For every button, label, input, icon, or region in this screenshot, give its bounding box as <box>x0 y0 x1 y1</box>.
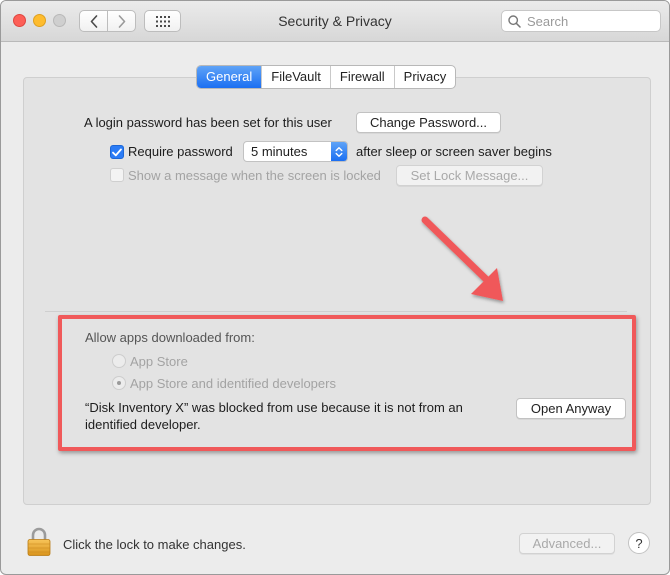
allow-apps-heading: Allow apps downloaded from: <box>85 330 255 345</box>
set-lock-message-button[interactable]: Set Lock Message... <box>396 165 543 186</box>
help-button[interactable]: ? <box>628 532 650 554</box>
section-divider <box>45 311 627 312</box>
show-message-label: Show a message when the screen is locked <box>128 168 381 183</box>
forward-button[interactable] <box>107 10 136 32</box>
radio-app-store[interactable] <box>112 354 126 368</box>
require-password-label: Require password <box>128 144 233 159</box>
title-bar: Security & Privacy <box>1 1 669 42</box>
after-sleep-text: after sleep or screen saver begins <box>356 144 552 159</box>
tab-general[interactable]: General <box>197 66 262 88</box>
checkmark-icon <box>112 148 122 156</box>
radio-identified-developers-label: App Store and identified developers <box>130 376 336 391</box>
search-field[interactable] <box>501 10 661 32</box>
search-icon <box>508 14 521 28</box>
tab-filevault[interactable]: FileVault <box>261 66 330 88</box>
show-all-button[interactable] <box>144 10 181 32</box>
advanced-button[interactable]: Advanced... <box>519 533 615 554</box>
lock-icon[interactable] <box>27 527 51 556</box>
zoom-window-button[interactable] <box>53 14 66 27</box>
minimize-window-button[interactable] <box>33 14 46 27</box>
change-password-button[interactable]: Change Password... <box>356 112 501 133</box>
tab-privacy[interactable]: Privacy <box>393 66 456 88</box>
open-anyway-button[interactable]: Open Anyway <box>516 398 626 419</box>
preferences-window: Security & Privacy General FileVault Fir… <box>0 0 670 575</box>
radio-app-store-label: App Store <box>130 354 188 369</box>
require-password-checkbox[interactable] <box>110 145 124 159</box>
radio-identified-developers[interactable] <box>112 376 126 390</box>
grid-icon <box>155 15 170 27</box>
chevron-left-icon <box>90 14 97 28</box>
tab-bar: General FileVault Firewall Privacy <box>196 65 457 89</box>
login-password-text: A login password has been set for this u… <box>84 115 332 130</box>
search-input[interactable] <box>525 12 659 30</box>
lock-text: Click the lock to make changes. <box>63 537 246 552</box>
require-password-delay-value: 5 minutes <box>251 144 308 159</box>
close-window-button[interactable] <box>13 14 26 27</box>
blocked-app-message: “Disk Inventory X” was blocked from use … <box>85 400 463 432</box>
tab-firewall[interactable]: Firewall <box>329 66 394 88</box>
chevron-right-icon <box>118 14 125 28</box>
show-message-checkbox[interactable] <box>110 168 124 182</box>
back-button[interactable] <box>79 10 108 32</box>
select-stepper-icon <box>331 142 347 161</box>
require-password-delay-select[interactable]: 5 minutes <box>243 141 348 162</box>
arrow-icon <box>421 216 503 301</box>
